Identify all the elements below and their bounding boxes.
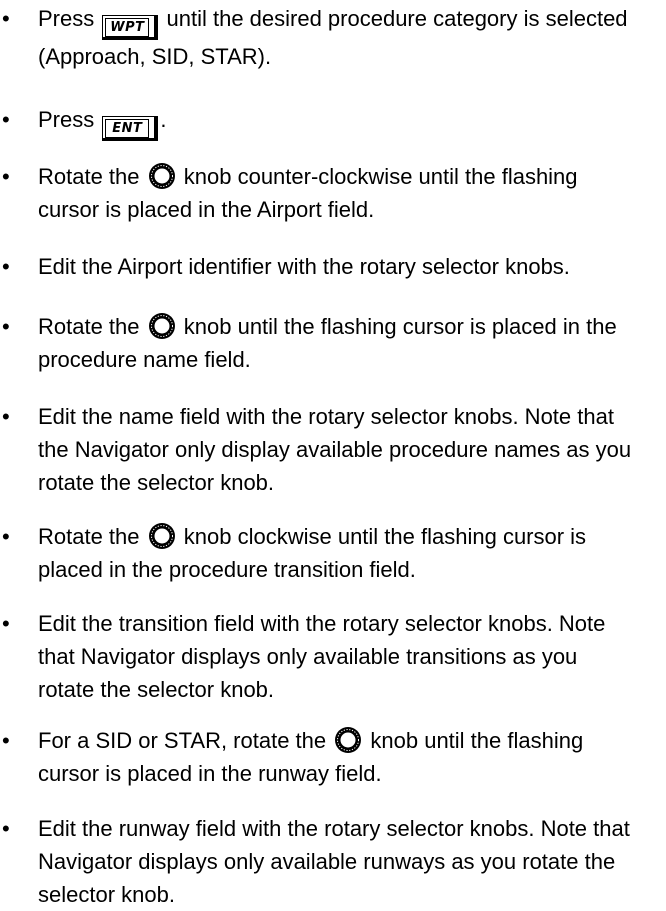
step-text: Press ENT.: [38, 103, 638, 141]
step-text-before: Press: [38, 6, 95, 31]
step-text: Edit the transition field with the rotar…: [38, 611, 606, 702]
step-text-before: Rotate the: [38, 314, 140, 339]
step-text-before: For a SID or STAR, rotate the: [38, 728, 327, 753]
bullet: •: [2, 611, 10, 636]
step-text: Edit the Airport identifier with the rot…: [38, 254, 570, 279]
bullet: •: [2, 164, 10, 189]
bullet: •: [2, 728, 10, 753]
bullet: •: [2, 254, 10, 279]
bullet: •: [2, 816, 10, 841]
step-text: Edit the runway field with the rotary se…: [38, 816, 630, 907]
ent-key: ENT: [102, 116, 159, 141]
step-text-before: Rotate the: [38, 164, 140, 189]
step-text-before: Rotate the: [38, 524, 140, 549]
rotary-knob-icon: [148, 312, 176, 340]
step-text: Press WPT until the desired procedure ca…: [38, 2, 638, 73]
step-text: Rotate the knob until the flashing curso…: [38, 310, 638, 376]
rotary-knob-icon: [334, 726, 362, 754]
bullet: •: [2, 404, 10, 429]
step-text: Edit the name field with the rotary sele…: [38, 404, 632, 495]
bullet: •: [2, 107, 10, 132]
step-text: Rotate the knob counter-clockwise until …: [38, 160, 638, 226]
bullet: •: [2, 314, 10, 339]
wpt-key-label: WPT: [105, 18, 150, 37]
bullet: •: [2, 524, 10, 549]
bullet: •: [2, 6, 10, 31]
rotary-knob-icon: [148, 522, 176, 550]
wpt-key: WPT: [102, 15, 159, 40]
step-text: For a SID or STAR, rotate the knob until…: [38, 724, 638, 790]
step-text-before: Press: [38, 107, 95, 132]
ent-key-label: ENT: [105, 119, 150, 138]
rotary-knob-icon: [148, 162, 176, 190]
step-text: Rotate the knob clockwise until the flas…: [38, 520, 638, 586]
step-text-after: .: [160, 107, 167, 132]
